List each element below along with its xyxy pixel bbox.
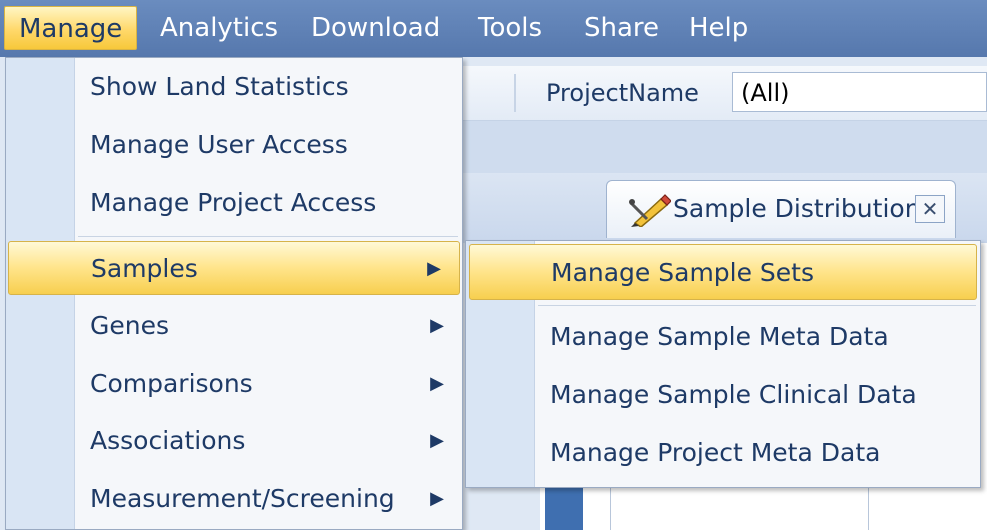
menu-separator — [78, 236, 458, 237]
menu-item-associations[interactable]: Associations ▶ — [6, 414, 462, 468]
menu-item-measurement-screening[interactable]: Measurement/Screening ▶ — [6, 472, 462, 526]
submenu-item-label: Manage Sample Meta Data — [550, 322, 889, 351]
samples-submenu: Manage Sample Sets Manage Sample Meta Da… — [465, 240, 981, 488]
menu-item-label: Associations — [90, 426, 246, 455]
close-icon[interactable]: ✕ — [915, 195, 945, 223]
menu-manage[interactable]: Manage — [4, 6, 138, 50]
menu-item-label: Measurement/Screening — [90, 484, 395, 513]
menu-separator — [538, 305, 976, 306]
submenu-item-manage-sample-meta-data[interactable]: Manage Sample Meta Data — [466, 309, 980, 365]
menu-bar: Manage Analytics Download Tools Share He… — [0, 0, 987, 57]
menu-item-comparisons[interactable]: Comparisons ▶ — [6, 357, 462, 411]
submenu-arrow-icon: ▶ — [430, 430, 444, 451]
menu-item-samples[interactable]: Samples ▶ — [8, 241, 460, 295]
submenu-arrow-icon: ▶ — [430, 373, 444, 394]
menu-download[interactable]: Download — [297, 6, 454, 50]
menu-item-label: Genes — [90, 311, 170, 340]
submenu-item-manage-sample-sets[interactable]: Manage Sample Sets — [469, 244, 977, 300]
submenu-arrow-icon: ▶ — [427, 258, 441, 279]
pencil-ruler-icon — [629, 194, 671, 227]
filter-toolbar: ProjectName (All) — [460, 66, 987, 121]
submenu-item-manage-project-meta-data[interactable]: Manage Project Meta Data — [466, 425, 980, 481]
submenu-arrow-icon: ▶ — [430, 315, 444, 336]
ribbon-band — [460, 121, 987, 173]
tab-label: Sample Distribution — [673, 194, 921, 223]
menu-item-genes[interactable]: Genes ▶ — [6, 299, 462, 353]
menu-analytics[interactable]: Analytics — [146, 6, 292, 50]
menu-help[interactable]: Help — [675, 6, 762, 50]
menu-item-label: Manage Project Access — [90, 188, 377, 217]
menu-item-manage-project-access[interactable]: Manage Project Access — [6, 176, 462, 230]
menu-item-manage-user-access[interactable]: Manage User Access — [6, 118, 462, 172]
submenu-arrow-icon: ▶ — [430, 488, 444, 509]
menu-item-show-land-statistics[interactable]: Show Land Statistics — [6, 60, 462, 114]
tab-sample-distribution[interactable]: Sample Distribution ✕ — [606, 180, 956, 238]
submenu-item-label: Manage Sample Clinical Data — [550, 380, 917, 409]
menu-item-label: Manage User Access — [90, 130, 348, 159]
manage-dropdown-menu: Show Land Statistics Manage User Access … — [5, 57, 463, 530]
submenu-item-label: Manage Sample Sets — [551, 258, 815, 287]
toolbar-separator — [514, 74, 516, 112]
project-name-label: ProjectName — [546, 79, 699, 107]
submenu-item-label: Manage Project Meta Data — [550, 438, 881, 467]
project-name-dropdown[interactable]: (All) — [732, 72, 987, 112]
menu-tools[interactable]: Tools — [464, 6, 556, 50]
menu-item-label: Comparisons — [90, 369, 253, 398]
menu-item-label: Samples — [91, 254, 198, 283]
submenu-item-manage-sample-clinical-data[interactable]: Manage Sample Clinical Data — [466, 367, 980, 423]
menu-item-label: Show Land Statistics — [90, 72, 349, 101]
menu-share[interactable]: Share — [570, 6, 673, 50]
